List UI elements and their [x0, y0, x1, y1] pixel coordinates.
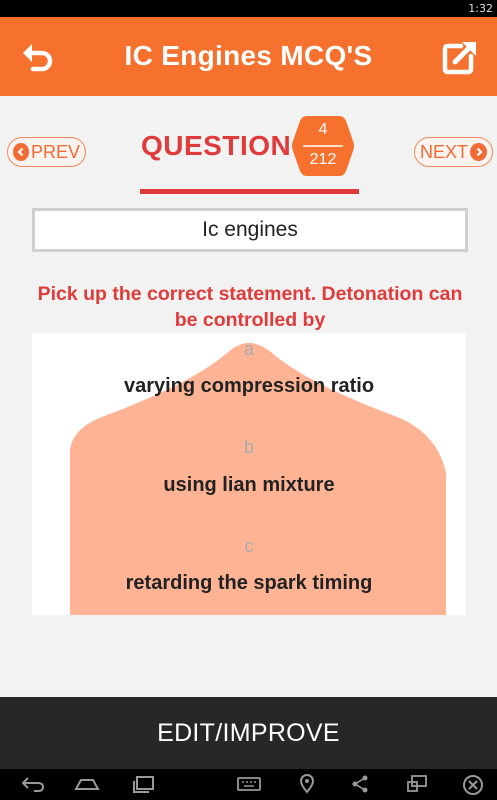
options-card: a varying compression ratio b using lian…: [32, 333, 466, 615]
recent-apps-icon[interactable]: [131, 774, 157, 794]
status-bar: 1:32: [0, 0, 497, 17]
option-letter: a: [243, 339, 254, 359]
question-label: QUESTION: [141, 130, 292, 161]
question-text: Pick up the correct statement. Detonatio…: [37, 283, 463, 331]
question-counter-badge: 4 212: [291, 113, 355, 179]
category-label: Ic engines: [32, 208, 468, 252]
edit-improve-button[interactable]: EDIT/IMPROVE: [0, 697, 497, 769]
home-icon[interactable]: [73, 774, 101, 794]
question-total: 212: [309, 151, 337, 168]
share-icon[interactable]: [350, 774, 370, 794]
prev-label: PREV: [30, 141, 80, 162]
screen-cast-icon[interactable]: [405, 774, 429, 794]
question-current: 4: [318, 121, 328, 138]
question-nav: PREV QUESTION 4 212 NEXT: [0, 96, 497, 204]
app-bar: IC Engines MCQ'S: [0, 17, 497, 96]
open-external-icon[interactable]: [441, 38, 479, 76]
option-c[interactable]: retarding the spark timing: [32, 572, 466, 595]
app-title: IC Engines MCQ'S: [124, 40, 373, 71]
prev-button[interactable]: PREV: [7, 137, 86, 167]
question-underline: [140, 189, 359, 194]
option-a[interactable]: varying compression ratio: [32, 375, 466, 398]
option-b[interactable]: using lian mixture: [32, 474, 466, 497]
location-pin-icon[interactable]: [298, 774, 316, 794]
status-time: 1:32: [468, 2, 493, 15]
option-letter: c: [244, 536, 254, 556]
next-label: NEXT: [420, 141, 469, 162]
system-nav-bar: [0, 769, 497, 800]
keyboard-icon[interactable]: [236, 774, 262, 794]
chevron-left-icon: [13, 143, 29, 161]
close-circle-icon[interactable]: [462, 774, 484, 796]
option-letter: b: [243, 437, 254, 457]
next-button[interactable]: NEXT: [414, 137, 493, 167]
chevron-right-icon: [470, 143, 487, 161]
back-icon[interactable]: [20, 774, 46, 794]
